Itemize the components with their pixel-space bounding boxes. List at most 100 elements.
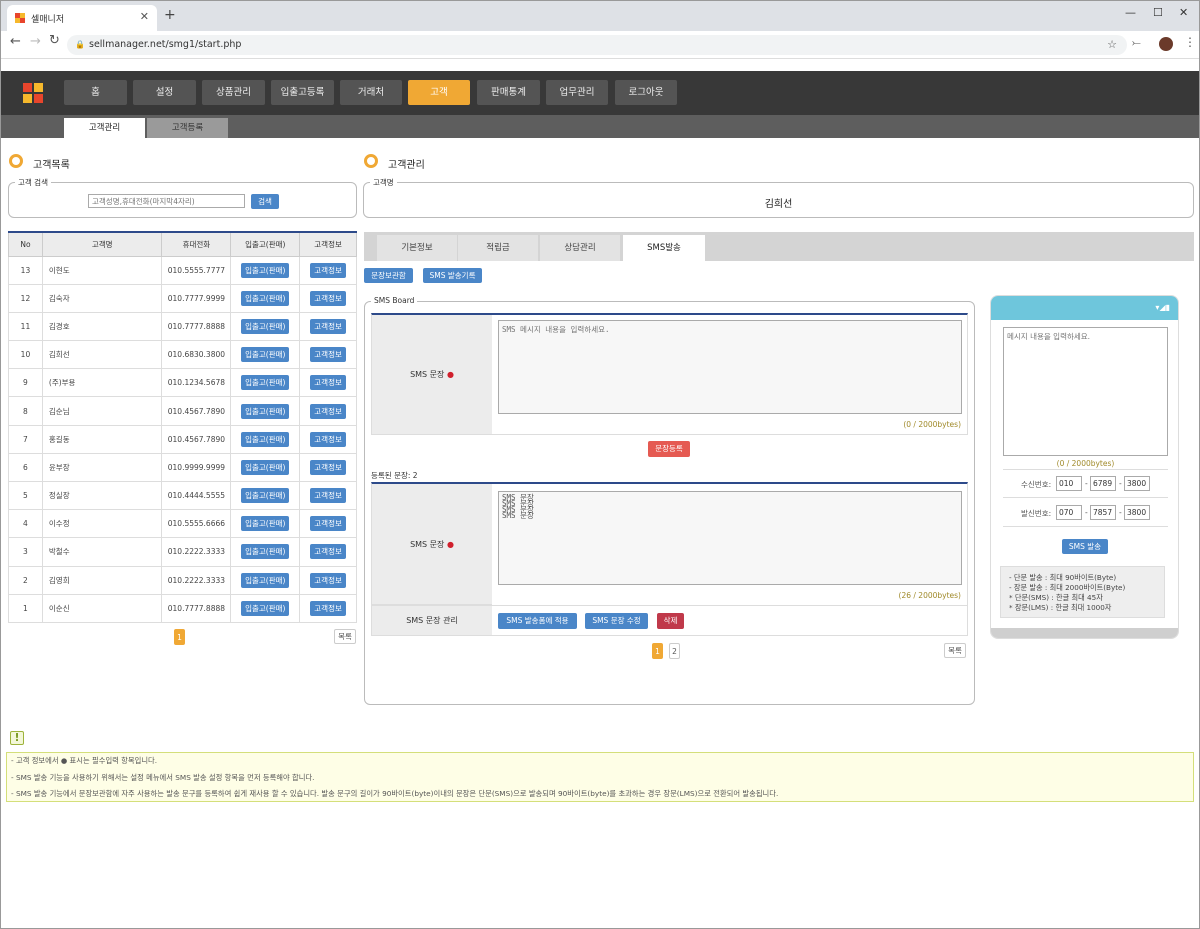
tab-title: 셀매니저 [31,15,65,25]
inout-button[interactable]: 입출고(판매) [241,262,290,278]
menu-products[interactable]: 상품관리 [202,80,265,105]
subtab-customer-manage[interactable]: 고객관리 [64,118,145,138]
back-icon[interactable]: ← [10,34,21,49]
url-text: sellmanager.net/smg1/start.php [89,39,242,50]
url-bar[interactable]: 🔒 sellmanager.net/smg1/start.php ☆ [67,35,1127,55]
close-tab-icon[interactable]: ✕ [140,10,149,23]
reload-icon[interactable]: ↻ [49,33,60,48]
customer-table-body: 13 이현도 010.5555.7777 입출고(판매) 고객정보 12 김숙자 010.77… [8,255,357,623]
required-dot-icon: ● [446,370,454,379]
menu-inventory[interactable]: 입출고등록 [271,80,334,105]
customer-info-button[interactable]: 고객정보 [310,488,346,504]
sender-part-3[interactable]: 3800 [1124,505,1150,520]
inout-button[interactable]: 입출고(판매) [241,375,290,391]
receiver-part-3[interactable]: 3800 [1124,476,1150,491]
inout-button[interactable]: 입출고(판매) [241,431,290,447]
customer-info-button[interactable]: 고객정보 [310,290,346,306]
inout-button[interactable]: 입출고(판매) [241,544,290,560]
page-1[interactable]: 1 [174,629,185,645]
logo-icon[interactable] [23,83,43,103]
inout-button[interactable]: 입출고(판매) [241,347,290,363]
phone-bottom-bar [991,628,1178,638]
customer-info-button[interactable]: 고객정보 [310,516,346,532]
close-window-icon[interactable]: ✕ [1179,6,1188,19]
row-phone: 010.6830.3800 [161,340,232,370]
sender-part-2[interactable]: 7857 [1090,505,1116,520]
menu-logout[interactable]: 로그아웃 [615,80,677,105]
phone-status-bar: ▾◢▮ [991,296,1178,320]
receiver-label: 수신번호: [1021,480,1052,489]
customer-info-button[interactable]: 고객정보 [310,572,346,588]
list-button[interactable]: 목록 [944,643,966,658]
bookmark-star-icon[interactable]: ☆ [1107,38,1117,51]
profile-avatar[interactable] [1159,37,1173,51]
row-no: 2 [8,565,43,595]
customer-info-button[interactable]: 고객정보 [310,600,346,616]
sms-textarea[interactable] [498,320,962,414]
inout-button[interactable]: 입출고(판매) [241,403,290,419]
menu-settings[interactable]: 설정 [133,80,196,105]
register-sentence-button[interactable]: 문장등록 [648,441,690,457]
inout-button[interactable]: 입출고(판매) [241,488,290,504]
customer-info-button[interactable]: 고객정보 [310,262,346,278]
sms-send-button[interactable]: SMS 발송 [1062,539,1108,554]
search-button[interactable]: 검색 [251,194,279,209]
sentence-box-button[interactable]: 문장보관함 [364,268,413,283]
customer-info-button[interactable]: 고객정보 [310,375,346,391]
col-phone: 휴대전화 [161,231,232,257]
browser-menu-icon[interactable]: ⋮ [1184,35,1196,49]
inout-button[interactable]: 입출고(판매) [241,600,290,616]
page-2[interactable]: 2 [669,643,680,659]
menu-sales-stats[interactable]: 판매통계 [477,80,540,105]
page-1[interactable]: 1 [652,643,663,659]
sender-label: 발신번호: [1021,509,1052,518]
menu-customers[interactable]: 고객 [408,80,470,105]
apply-to-send-form-button[interactable]: SMS 발송폼에 적용 [498,613,577,629]
inout-button[interactable]: 입출고(판매) [241,290,290,306]
customer-info-button[interactable]: 고객정보 [310,459,346,475]
list-button[interactable]: 목록 [334,629,356,644]
browser-tab[interactable]: 셀매니저 ✕ [7,5,157,31]
inout-button[interactable]: 입출고(판매) [241,572,290,588]
new-tab-icon[interactable]: + [164,7,176,23]
menu-work[interactable]: 업무관리 [546,80,608,105]
customer-info-button[interactable]: 고객정보 [310,431,346,447]
customer-info-button[interactable]: 고객정보 [310,544,346,560]
customer-manage-title: 고객관리 [388,160,425,171]
sms-history-button[interactable]: SMS 발송기록 [423,268,482,283]
customer-name-box: 고객명 김희선 [363,177,1194,218]
row-name: 김희선 [41,340,163,370]
maximize-icon[interactable]: ☐ [1153,6,1163,19]
sender-part-1[interactable]: 070 [1056,505,1082,520]
saved-sms-textarea[interactable] [498,491,962,585]
menu-home[interactable]: 홈 [64,80,127,105]
edit-sentence-button[interactable]: SMS 문장 수정 [585,613,648,629]
inout-button[interactable]: 입출고(판매) [241,516,290,532]
menu-vendors[interactable]: 거래처 [340,80,402,105]
receiver-part-1[interactable]: 010 [1056,476,1082,491]
receiver-part-2[interactable]: 6789 [1090,476,1116,491]
customer-info-button[interactable]: 고객정보 [310,318,346,334]
table-row: 7 홍길동 010.4567.7890 입출고(판매) 고객정보 [8,424,357,454]
tab-basic-info[interactable]: 기본정보 [377,235,457,261]
tab-consult[interactable]: 상담관리 [540,235,620,261]
customer-info-button[interactable]: 고객정보 [310,403,346,419]
row-no: 6 [8,452,43,483]
row-no: 11 [8,311,43,342]
tab-points[interactable]: 적립금 [458,235,538,261]
delete-sentence-button[interactable]: 삭제 [657,613,684,629]
extension-icon[interactable]: ⤚ [1132,36,1141,50]
row-phone: 010.5555.6666 [161,509,232,539]
row-name: 김경호 [41,311,163,342]
tab-sms[interactable]: SMS발송 [623,235,705,261]
inout-button[interactable]: 입출고(판매) [241,318,290,334]
col-no: No [8,231,43,257]
minimize-icon[interactable]: — [1125,6,1136,19]
notice-icon: ! [10,731,24,745]
subtab-customer-register[interactable]: 고객등록 [147,118,228,138]
inout-button[interactable]: 입출고(판매) [241,459,290,475]
phone-message-textarea[interactable] [1003,327,1168,456]
forward-icon[interactable]: → [30,34,41,49]
customer-info-button[interactable]: 고객정보 [310,347,346,363]
customer-search-input[interactable] [88,194,245,208]
